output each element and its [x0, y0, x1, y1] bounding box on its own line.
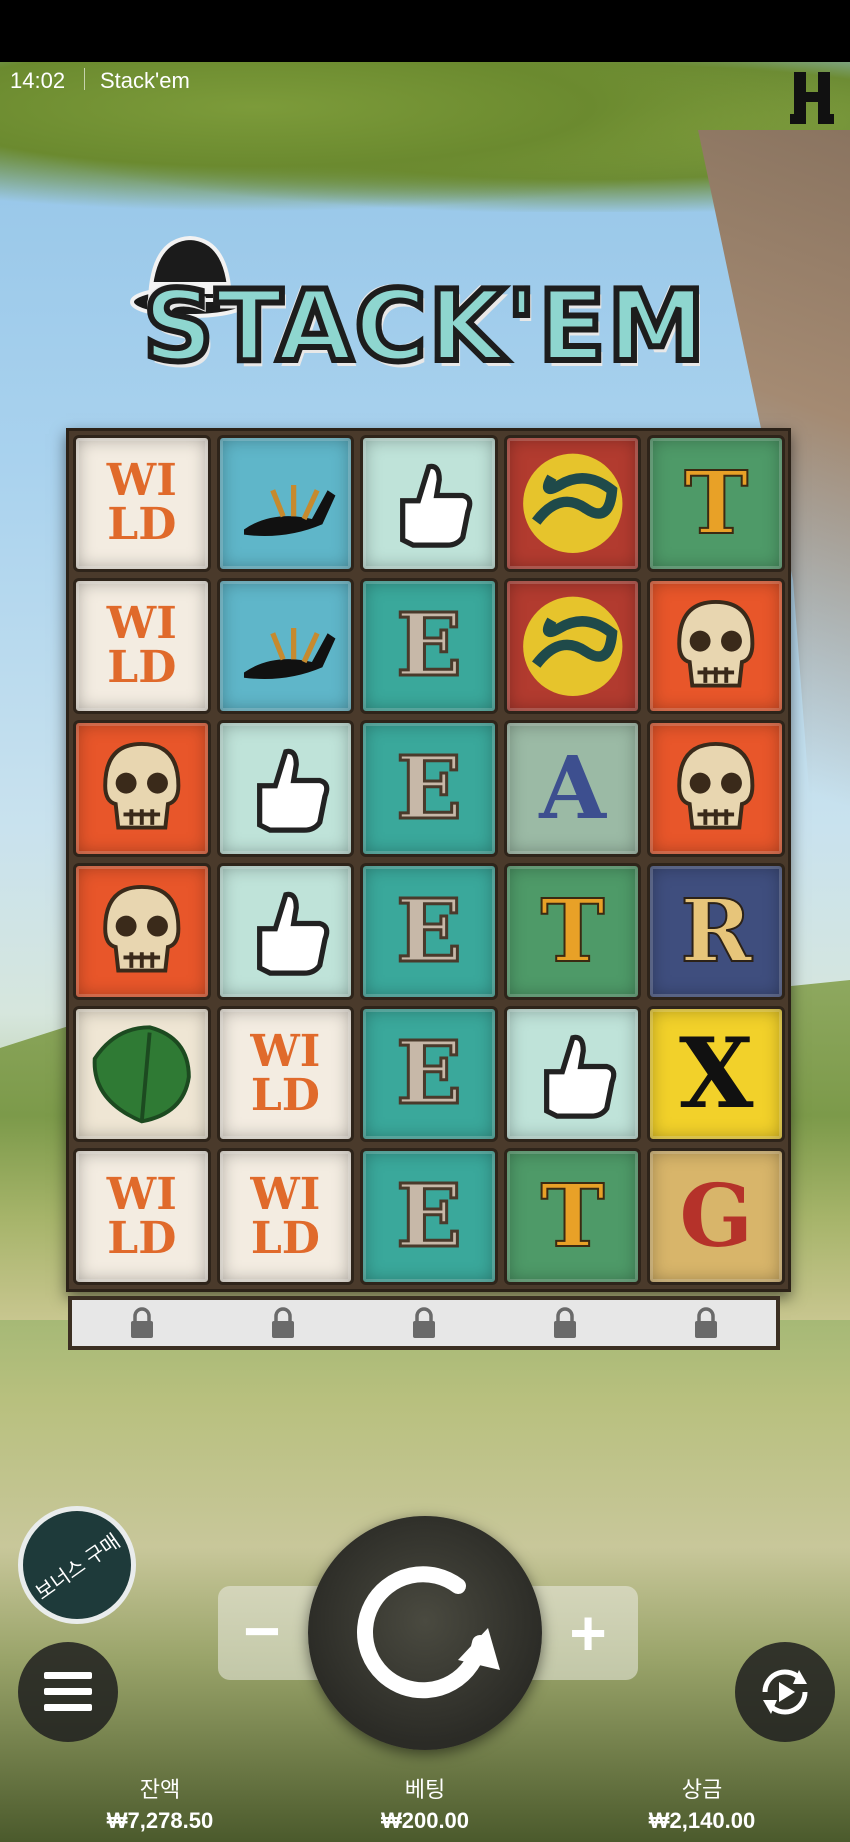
wild-symbol: WI LD	[106, 597, 177, 693]
symbol-tile: WI LD	[73, 1148, 211, 1285]
wild-symbol: WI LD	[250, 1168, 321, 1264]
bird-icon	[220, 438, 352, 569]
skull-icon	[76, 723, 208, 854]
lock-icon	[412, 1307, 435, 1338]
symbol-tile	[216, 863, 355, 1000]
bonus-buy-button[interactable]: 보너스 구매	[18, 1506, 136, 1624]
symbol-tile: E	[360, 577, 498, 715]
hamburger-icon	[44, 1672, 92, 1712]
balance-label: 잔액	[139, 1777, 181, 1802]
symbol-tile: WI LD	[216, 1005, 355, 1143]
symbol-tile: A	[503, 720, 642, 857]
bet-label: 베팅	[404, 1777, 446, 1802]
letter-symbol: E	[395, 1165, 464, 1269]
symbol-grid: WI LD T WI LD E E A E T R WI LD E X WI LD WI LD E T G	[73, 435, 785, 1285]
thumbs-up-icon	[363, 438, 495, 569]
symbol-tile	[503, 435, 642, 572]
symbol-tile: WI LD	[216, 1148, 355, 1285]
symbol-tile	[503, 1005, 642, 1143]
autoplay-icon	[762, 1669, 808, 1715]
letter-symbol: A	[539, 738, 606, 840]
game-logo: STACK'EM	[120, 230, 730, 400]
symbol-tile: WI LD	[73, 435, 211, 572]
snake-icon	[507, 581, 639, 712]
symbol-tile	[360, 435, 498, 572]
snake-icon	[507, 438, 639, 569]
letter-symbol: X	[678, 1017, 754, 1131]
wild-symbol: WI LD	[106, 1168, 177, 1264]
wild-symbol: WI LD	[106, 455, 177, 551]
spin-button[interactable]	[308, 1516, 542, 1750]
symbol-tile	[73, 1005, 211, 1143]
symbol-tile: G	[647, 1148, 785, 1285]
app-name: Stack'em	[100, 68, 190, 93]
bonus-buy-label: 보너스 구매	[32, 1530, 125, 1605]
reel-frame: WI LD T WI LD E E A E T R WI LD E X WI LD WI LD E T G	[66, 428, 791, 1292]
thumbs-up-icon	[507, 1009, 639, 1140]
letter-symbol: E	[395, 594, 464, 698]
letter-symbol: T	[540, 1165, 606, 1268]
letter-symbol: T	[540, 880, 606, 983]
symbol-tile: E	[360, 720, 498, 857]
menu-button[interactable]	[18, 1642, 118, 1742]
symbol-tile: E	[360, 863, 498, 1000]
game-title: STACK'EM	[140, 267, 708, 387]
lock-icon	[694, 1307, 717, 1338]
lock-icon	[553, 1307, 576, 1338]
thumbs-up-icon	[220, 723, 352, 854]
win-display: 상금 ₩2,140.00	[592, 1772, 812, 1834]
symbol-tile: R	[647, 863, 785, 1000]
symbol-tile: T	[503, 1148, 642, 1285]
balance-value: ₩7,278.50	[106, 1808, 214, 1833]
letter-symbol: G	[679, 1166, 753, 1268]
symbol-tile	[647, 720, 785, 857]
thumbs-up-icon	[220, 866, 352, 997]
skull-icon	[650, 581, 782, 712]
symbol-tile: E	[360, 1005, 498, 1143]
wild-symbol: WI LD	[250, 1025, 321, 1121]
letter-symbol: E	[395, 879, 464, 983]
letter-symbol: R	[679, 880, 752, 983]
win-label: 상금	[681, 1777, 723, 1802]
status-bar: 14:02 Stack'em	[0, 62, 850, 98]
symbol-tile: X	[647, 1005, 785, 1143]
locked-row-bar	[68, 1296, 780, 1350]
lock-icon	[272, 1307, 295, 1338]
letter-symbol: T	[683, 452, 749, 555]
symbol-tile	[73, 720, 211, 857]
win-value: ₩2,140.00	[648, 1808, 756, 1833]
balance-display: 잔액 ₩7,278.50	[50, 1772, 270, 1834]
symbol-tile: WI LD	[73, 577, 211, 715]
symbol-tile: T	[503, 863, 642, 1000]
skull-icon	[76, 866, 208, 997]
top-black-bar	[0, 0, 850, 62]
leaf-icon	[76, 1009, 208, 1140]
letter-symbol: E	[395, 1022, 464, 1126]
hacksaw-logo-icon	[790, 72, 834, 124]
skull-icon	[650, 723, 782, 854]
decrease-bet-button[interactable]: −	[230, 1599, 294, 1663]
autoplay-button[interactable]	[735, 1642, 835, 1742]
symbol-tile	[216, 720, 355, 857]
bet-display: 베팅 ₩200.00	[315, 1772, 535, 1834]
symbol-tile	[216, 435, 355, 572]
symbol-tile: T	[647, 435, 785, 572]
symbol-tile	[503, 577, 642, 715]
lock-icon	[131, 1307, 154, 1338]
symbol-tile: E	[360, 1148, 498, 1285]
divider	[84, 68, 85, 90]
bird-icon	[220, 581, 352, 712]
bet-value: ₩200.00	[380, 1808, 470, 1833]
symbol-tile	[73, 863, 211, 1000]
spin-arrow-icon	[357, 1566, 500, 1699]
clock: 14:02	[10, 68, 66, 93]
increase-bet-button[interactable]: +	[556, 1601, 620, 1665]
symbol-tile	[647, 577, 785, 715]
symbol-tile	[216, 577, 355, 715]
letter-symbol: E	[395, 737, 464, 841]
